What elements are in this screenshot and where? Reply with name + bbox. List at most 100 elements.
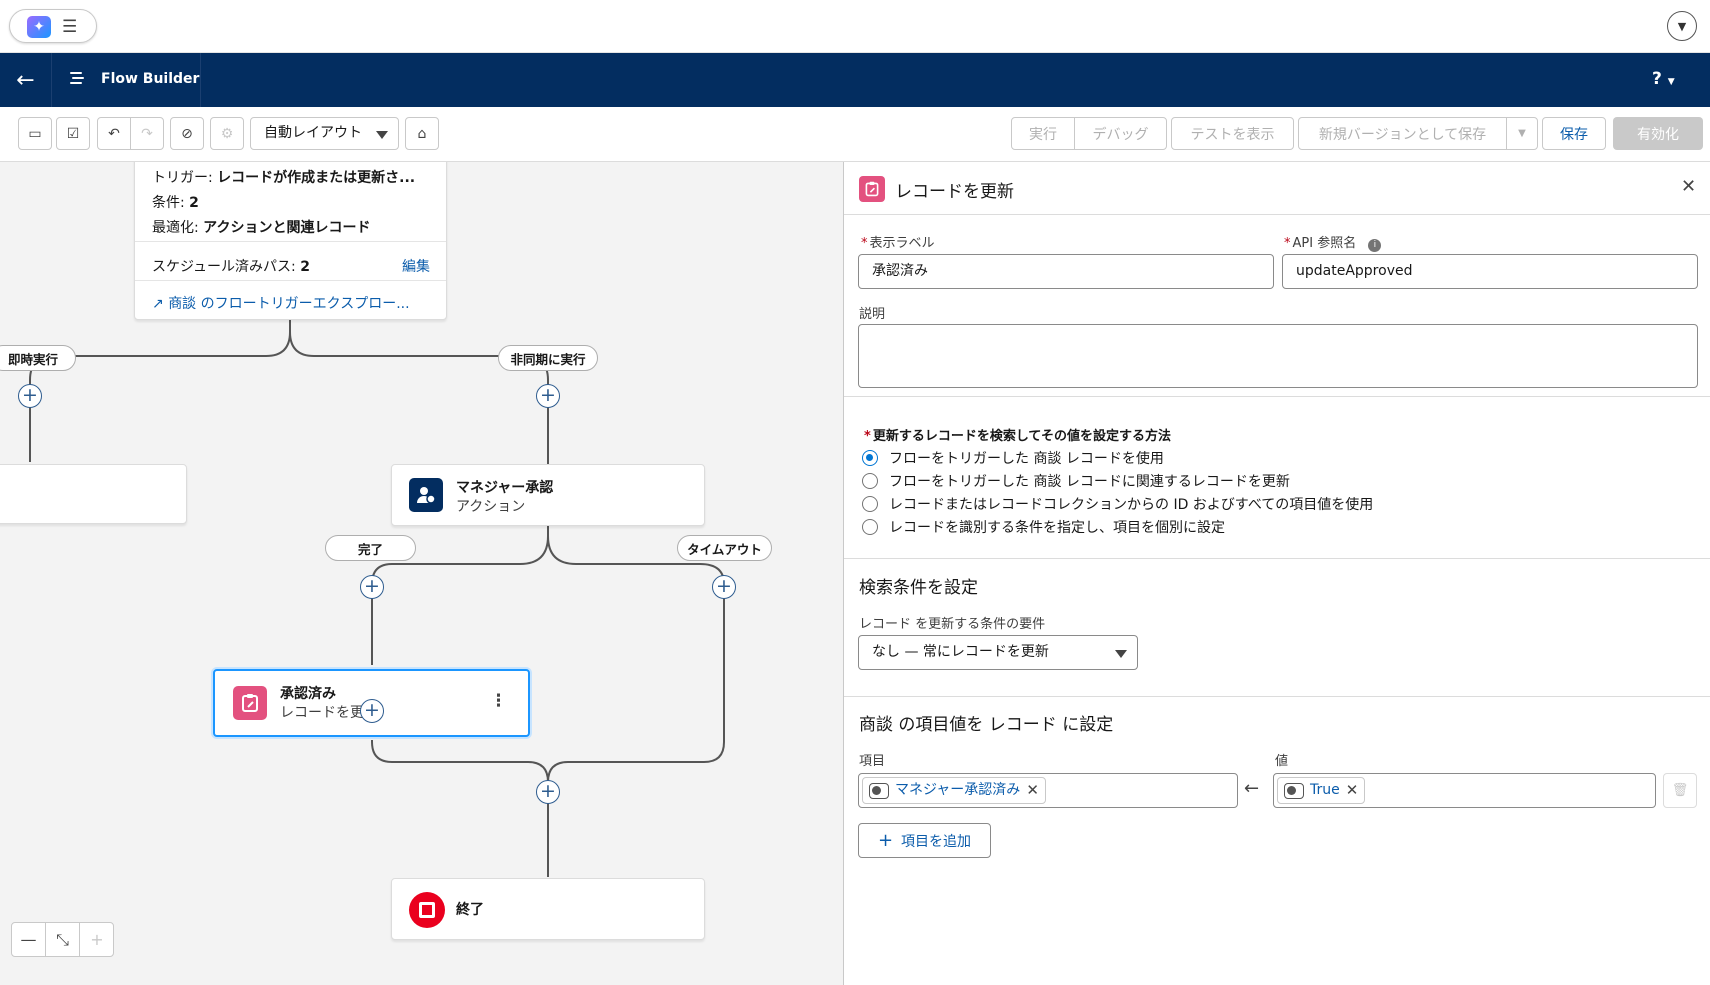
chevron-down-icon: ▼ (1677, 19, 1687, 33)
divider (844, 214, 1710, 215)
save-as-new-version-button[interactable]: 新規バージョンとして保存 (1298, 117, 1507, 150)
radio-option-4[interactable] (862, 519, 878, 535)
method-label: * 更新するレコードを検索してその値を設定する方法 (864, 429, 1172, 444)
zoom-controls: — ⤡ + (11, 922, 114, 957)
check-errors-button[interactable]: ☑ (56, 117, 90, 150)
radio-option-2[interactable] (862, 473, 878, 489)
help-button[interactable]: ? ▼ (1652, 69, 1675, 89)
external-link-icon: ↗ (152, 296, 164, 312)
radio-option-3[interactable] (862, 496, 878, 512)
profile-menu-button[interactable]: ▼ (1667, 11, 1697, 41)
description-textarea[interactable] (858, 324, 1698, 388)
label-input[interactable]: 承認済み (858, 254, 1274, 289)
divider (135, 280, 446, 281)
conditions-row: 条件: 2 (152, 195, 199, 211)
radio-label: フローをトリガーした 商談 レコードを使用 (889, 451, 1164, 467)
archive-icon: ⌂ (417, 125, 427, 142)
header-divider (200, 53, 201, 107)
remove-icon[interactable]: ✕ (1346, 774, 1359, 807)
save-options-button[interactable]: ▼ (1506, 117, 1538, 150)
value-combobox[interactable]: True ✕ (1273, 773, 1656, 808)
activate-button[interactable]: 有効化 (1613, 117, 1703, 150)
toggle-icon (1284, 782, 1304, 799)
app-header: ← Flow Builder ? ▼ (0, 53, 1710, 107)
node-title: 承認済み (280, 686, 336, 702)
disable-button[interactable]: ⊘ (170, 117, 204, 150)
end-node-card[interactable]: 終了 (391, 878, 705, 940)
fit-view-button[interactable]: ⤡ (46, 923, 80, 956)
path-label-timeout: タイムアウト (677, 535, 772, 561)
undo-button[interactable]: ↶ (97, 117, 131, 150)
optimization-row: 最適化: アクションと関連レコード (152, 220, 371, 236)
divider (135, 241, 446, 242)
node-title: 終了 (456, 902, 484, 918)
zoom-out-button[interactable]: — (12, 923, 46, 956)
debug-button[interactable]: デバッグ (1074, 117, 1167, 150)
node-menu-icon[interactable]: ⋮ (490, 691, 507, 711)
redo-button[interactable]: ↷ (130, 117, 164, 150)
zoom-in-button[interactable]: + (80, 923, 114, 956)
toolbar: ▭ ☑ ↶ ↷ ⊘ ⚙ 自動レイアウト ⌂ 実行 デバッグ テストを表示 新規バ… (0, 107, 1710, 162)
close-icon: ✕ (1681, 176, 1697, 197)
info-icon[interactable]: i (1368, 239, 1382, 252)
view-tests-button[interactable]: テストを表示 (1171, 117, 1294, 150)
redo-icon: ↷ (141, 125, 153, 142)
path-label-immediate: 即時実行 (0, 345, 76, 371)
path-label-async: 非同期に実行 (498, 345, 598, 371)
panel-title: レコードを更新 (895, 182, 1014, 202)
node-subtitle: アクション (456, 499, 526, 515)
app-launcher-button[interactable]: ✦ ☰ (9, 9, 97, 43)
properties-panel: レコードを更新 ✕ * 表示ラベル 承認済み * API 参照名 i updateA… (843, 162, 1710, 985)
field-pill[interactable]: マネジャー承認済み ✕ (862, 777, 1046, 804)
field-combobox[interactable]: マネジャー承認済み ✕ (858, 773, 1238, 808)
description-label: 説明 (859, 307, 886, 322)
plus-icon: + (877, 830, 894, 851)
panel-left-icon: ▭ (28, 125, 42, 142)
remove-icon[interactable]: ✕ (1026, 774, 1039, 807)
api-name-input[interactable]: updateApproved (1282, 254, 1698, 289)
set-values-section-title: 商談 の項目値を レコード に設定 (859, 715, 1114, 735)
hamburger-icon: ☰ (62, 17, 78, 37)
toggle-toolbox-button[interactable]: ▭ (18, 117, 52, 150)
trigger-explorer-link[interactable]: ↗ 商談 のフロートリガーエクスプロー... (152, 293, 410, 313)
divider (844, 396, 1710, 397)
radio-label: フローをトリガーした 商談 レコードに関連するレコードを更新 (889, 474, 1290, 490)
radio-label: レコードを識別する条件を指定し、項目を個別に設定 (889, 520, 1225, 536)
layout-select[interactable]: 自動レイアウト (250, 117, 399, 150)
arrow-left-icon: ← (1244, 778, 1260, 799)
add-field-button[interactable]: + 項目を追加 (858, 823, 991, 858)
settings-button[interactable]: ⚙ (210, 117, 244, 150)
add-element-button[interactable]: + (536, 780, 560, 804)
flow-canvas[interactable]: トリガー: レコードが作成または更新さ... 条件: 2 最適化: アクションと… (0, 162, 843, 985)
arrow-left-icon: ← (16, 67, 35, 93)
divider (844, 696, 1710, 697)
flow-icon (69, 69, 87, 92)
add-element-button[interactable]: + (712, 575, 736, 599)
stop-icon (409, 892, 445, 928)
minus-icon: — (20, 930, 37, 949)
filter-requirement-label: レコード を更新する条件の要件 (859, 617, 1046, 632)
run-button[interactable]: 実行 (1011, 117, 1075, 150)
sparkle-icon: ✦ (27, 16, 51, 38)
chevron-down-icon: ▼ (1518, 128, 1526, 139)
start-node-card[interactable]: トリガー: レコードが作成または更新さ... 条件: 2 最適化: アクションと… (134, 162, 447, 320)
edit-link[interactable]: 編集 (402, 256, 430, 276)
value-pill[interactable]: True ✕ (1277, 774, 1366, 807)
add-element-button[interactable]: + (360, 575, 384, 599)
add-element-button[interactable]: + (18, 384, 42, 408)
add-element-button[interactable]: + (360, 699, 384, 723)
flow-version-button[interactable]: ⌂ (405, 117, 439, 150)
close-panel-button[interactable]: ✕ (1681, 176, 1696, 197)
immediate-path-node-card[interactable] (0, 464, 187, 524)
trigger-row: トリガー: レコードが作成または更新さ... (152, 170, 416, 186)
prohibited-icon: ⊘ (181, 125, 193, 142)
filter-requirement-select[interactable]: なし — 常にレコードを更新 (858, 635, 1138, 670)
approval-node-card[interactable]: マネジャー承認 アクション (391, 464, 705, 526)
save-button[interactable]: 保存 (1542, 117, 1606, 150)
delete-row-button[interactable]: 🗑 (1663, 773, 1697, 808)
trash-icon: 🗑 (1671, 783, 1689, 798)
radio-option-1[interactable] (862, 450, 878, 466)
add-element-button[interactable]: + (536, 384, 560, 408)
back-button[interactable]: ← (0, 53, 52, 107)
contract-icon: ⤡ (56, 929, 69, 949)
